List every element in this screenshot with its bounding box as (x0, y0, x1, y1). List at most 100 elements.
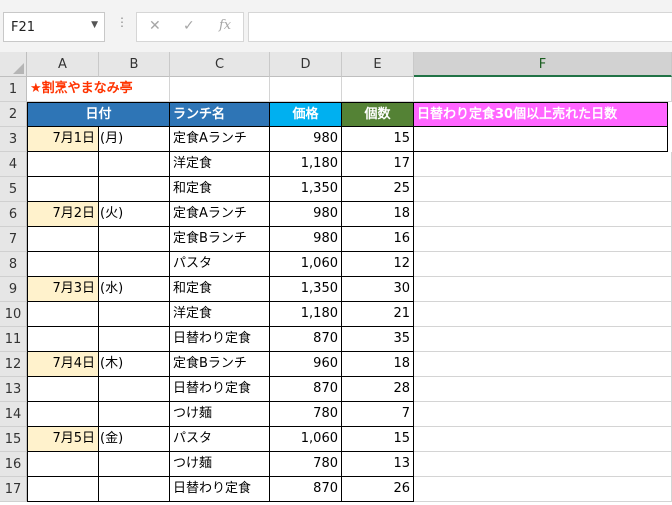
row-header[interactable]: 6 (0, 202, 27, 227)
date-cell[interactable] (27, 252, 99, 277)
menu-cell[interactable]: パスタ (170, 252, 270, 277)
column-header-e[interactable]: E (342, 52, 414, 77)
row-header[interactable]: 2 (0, 102, 27, 127)
row-header[interactable]: 4 (0, 152, 27, 177)
price-cell[interactable]: 1,350 (270, 177, 342, 202)
menu-cell[interactable]: 和定食 (170, 277, 270, 302)
price-cell[interactable]: 870 (270, 477, 342, 502)
date-cell[interactable] (27, 327, 99, 352)
column-header-a[interactable]: A (27, 52, 99, 77)
date-cell[interactable] (27, 302, 99, 327)
row-header[interactable]: 17 (0, 477, 27, 502)
row-header[interactable]: 9 (0, 277, 27, 302)
menu-cell[interactable]: 洋定食 (170, 302, 270, 327)
menu-cell[interactable]: 定食Bランチ (170, 352, 270, 377)
price-cell[interactable]: 1,060 (270, 252, 342, 277)
menu-cell[interactable]: つけ麺 (170, 452, 270, 477)
result-cell[interactable] (414, 127, 668, 152)
row-header[interactable]: 12 (0, 352, 27, 377)
count-cell[interactable]: 17 (342, 152, 414, 177)
date-cell[interactable] (27, 152, 99, 177)
menu-cell[interactable]: 洋定食 (170, 152, 270, 177)
price-cell[interactable]: 960 (270, 352, 342, 377)
weekday-cell[interactable] (99, 327, 170, 352)
chevron-down-icon[interactable]: ▼ (91, 20, 98, 30)
column-header-c[interactable]: C (170, 52, 270, 77)
count-cell[interactable]: 26 (342, 477, 414, 502)
weekday-cell[interactable]: (火) (99, 202, 170, 227)
date-cell[interactable] (27, 477, 99, 502)
count-cell[interactable]: 16 (342, 227, 414, 252)
cell[interactable] (414, 202, 672, 227)
row-header[interactable]: 15 (0, 427, 27, 452)
cell[interactable] (414, 377, 672, 402)
count-cell[interactable]: 13 (342, 452, 414, 477)
cell[interactable] (414, 77, 672, 102)
weekday-cell[interactable]: (金) (99, 427, 170, 452)
price-cell[interactable]: 980 (270, 227, 342, 252)
date-cell[interactable]: 7月4日 (27, 352, 99, 377)
weekday-cell[interactable] (99, 227, 170, 252)
price-cell[interactable]: 1,350 (270, 277, 342, 302)
cell[interactable] (414, 327, 672, 352)
row-header[interactable]: 8 (0, 252, 27, 277)
menu-cell[interactable]: パスタ (170, 427, 270, 452)
date-cell[interactable]: 7月3日 (27, 277, 99, 302)
count-cell[interactable]: 30 (342, 277, 414, 302)
row-header[interactable]: 16 (0, 452, 27, 477)
column-header-f[interactable]: F (414, 52, 672, 77)
count-cell[interactable]: 15 (342, 127, 414, 152)
count-cell[interactable]: 15 (342, 427, 414, 452)
menu-cell[interactable]: つけ麺 (170, 402, 270, 427)
price-cell[interactable]: 780 (270, 402, 342, 427)
cell[interactable] (414, 402, 672, 427)
cell[interactable] (414, 252, 672, 277)
header-price[interactable]: 価格 (270, 102, 342, 127)
date-cell[interactable] (27, 402, 99, 427)
price-cell[interactable]: 980 (270, 127, 342, 152)
cell[interactable] (414, 477, 672, 502)
count-cell[interactable]: 12 (342, 252, 414, 277)
column-header-b[interactable]: B (99, 52, 170, 77)
row-header[interactable]: 13 (0, 377, 27, 402)
menu-cell[interactable]: 定食Aランチ (170, 127, 270, 152)
date-cell[interactable] (27, 227, 99, 252)
cell[interactable] (170, 77, 270, 102)
count-cell[interactable]: 28 (342, 377, 414, 402)
date-cell[interactable]: 7月2日 (27, 202, 99, 227)
formula-input[interactable] (248, 12, 672, 42)
weekday-cell[interactable] (99, 452, 170, 477)
name-box[interactable]: F21 ▼ (3, 12, 105, 42)
price-cell[interactable]: 980 (270, 202, 342, 227)
count-cell[interactable]: 18 (342, 202, 414, 227)
count-cell[interactable]: 18 (342, 352, 414, 377)
date-cell[interactable] (27, 452, 99, 477)
count-cell[interactable]: 35 (342, 327, 414, 352)
cell[interactable] (270, 77, 342, 102)
row-header[interactable]: 14 (0, 402, 27, 427)
cell[interactable] (414, 302, 672, 327)
count-cell[interactable]: 7 (342, 402, 414, 427)
cell[interactable] (414, 152, 672, 177)
cell[interactable] (414, 452, 672, 477)
sheet-title[interactable]: ★割烹やまなみ亭 (27, 77, 170, 102)
cancel-icon[interactable]: ✕ (149, 18, 161, 34)
date-cell[interactable] (27, 177, 99, 202)
row-header[interactable]: 1 (0, 77, 27, 102)
cell[interactable] (414, 427, 672, 452)
row-header[interactable]: 3 (0, 127, 27, 152)
weekday-cell[interactable]: (水) (99, 277, 170, 302)
weekday-cell[interactable] (99, 377, 170, 402)
price-cell[interactable]: 1,060 (270, 427, 342, 452)
menu-cell[interactable]: 日替わり定食 (170, 377, 270, 402)
menu-cell[interactable]: 和定食 (170, 177, 270, 202)
weekday-cell[interactable] (99, 302, 170, 327)
weekday-cell[interactable] (99, 177, 170, 202)
weekday-cell[interactable] (99, 402, 170, 427)
insert-function-icon[interactable]: fx (219, 18, 231, 33)
header-menu[interactable]: ランチ名 (170, 102, 270, 127)
column-header-d[interactable]: D (270, 52, 342, 77)
cell[interactable] (414, 177, 672, 202)
date-cell[interactable]: 7月1日 (27, 127, 99, 152)
date-cell[interactable]: 7月5日 (27, 427, 99, 452)
